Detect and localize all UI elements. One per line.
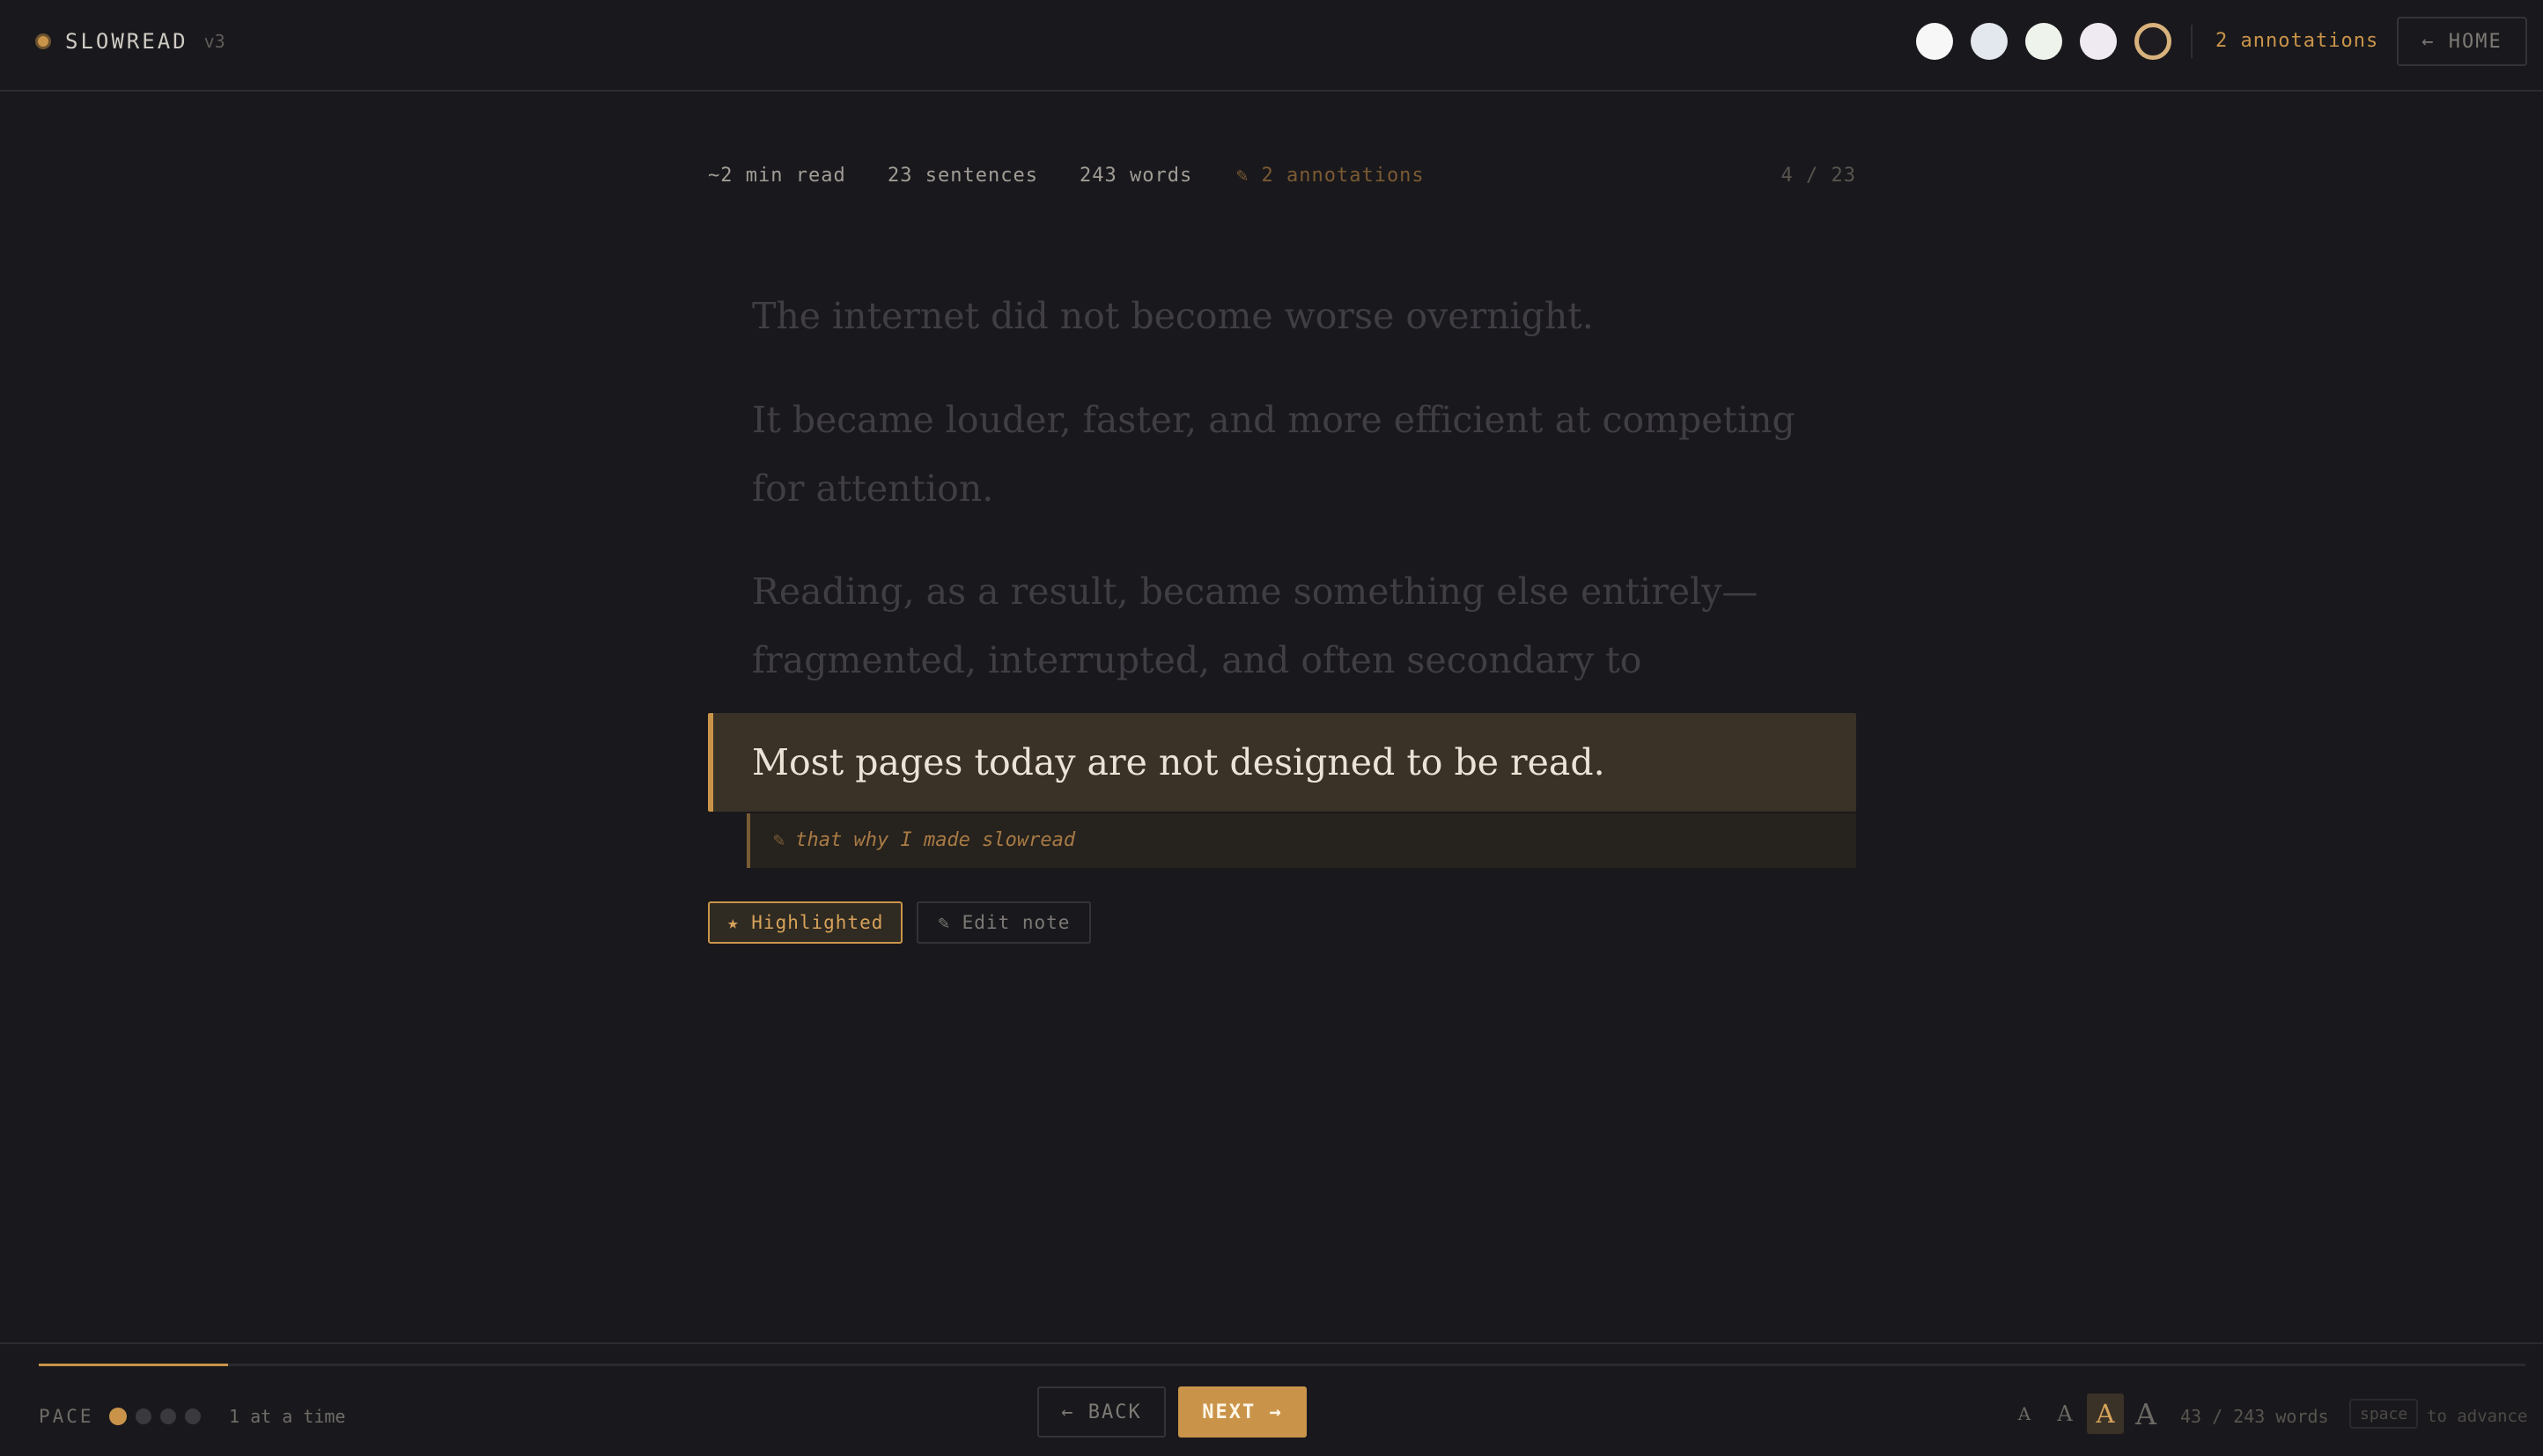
pace-dot-4[interactable] [185,1408,201,1424]
font-size-s-button[interactable]: A [2046,1393,2083,1434]
edit-note-button[interactable]: ✎ Edit note [917,901,1092,944]
theme-swatches [1916,23,2171,60]
pace-dot-1[interactable] [109,1408,127,1425]
font-size-selector: A A A A [2006,1393,2164,1434]
pace-label: PACE [39,1406,94,1427]
sentence-actions: ★ Highlighted ✎ Edit note [708,901,1092,944]
next-button[interactable]: NEXT → [1178,1386,1307,1438]
previous-sentence[interactable]: It became louder, faster, and more effic… [708,386,1856,523]
theme-swatch-dark[interactable] [2134,23,2171,60]
highlighted-toggle-button[interactable]: ★ Highlighted [708,901,903,944]
key-hint: to advance [2427,1407,2528,1426]
previous-sentence[interactable]: The internet did not become worse overni… [708,282,1611,350]
pace-selector [109,1408,201,1425]
font-size-xs-button[interactable]: A [2006,1393,2043,1434]
progress-bar [39,1364,2525,1366]
annotation-count-stat[interactable]: ✎ 2 annotations [1236,162,1425,190]
space-key-badge: space [2349,1399,2419,1429]
theme-swatch-lavender-white[interactable] [2080,23,2117,60]
read-time: ~2 min read [708,165,846,187]
theme-swatch-mint-white[interactable] [2025,23,2062,60]
font-size-l-button[interactable]: A [2127,1393,2164,1434]
word-count-stat: 243 words [1080,165,1193,187]
bottom-bar: PACE 1 at a time ← BACK NEXT → A A A A 4… [0,1342,2543,1456]
annotations-count-link[interactable]: 2 annotations [2215,26,2378,56]
sentence-position: 4 / 23 [1780,165,1856,187]
back-button[interactable]: ← BACK [1037,1386,1166,1438]
brand[interactable]: SLOWREAD v3 [35,26,225,56]
pace-dot-2[interactable] [136,1408,151,1424]
app-name: SLOWREAD [65,29,188,54]
home-button[interactable]: ← HOME [2397,17,2527,66]
pencil-icon: ✎ [773,829,785,851]
pace-dot-3[interactable] [160,1408,176,1424]
note-text: that why I made slowread [795,829,1076,851]
pace-value: 1 at a time [229,1406,346,1427]
header-divider [2191,25,2193,58]
app-version: v3 [203,31,225,52]
brand-logo-dot-icon [35,33,51,49]
font-size-m-button[interactable]: A [2087,1393,2124,1434]
theme-swatch-cool-white[interactable] [1971,23,2008,60]
top-bar: SLOWREAD v3 2 annotations ← HOME [0,0,2543,92]
word-progress: 43 / 243 words [2180,1406,2329,1427]
current-sentence[interactable]: Most pages today are not designed to be … [708,713,1856,812]
theme-swatch-white[interactable] [1916,23,1953,60]
sentence-count: 23 sentences [888,165,1038,187]
reading-stats: ~2 min read 23 sentences 243 words ✎ 2 a… [708,162,1856,190]
progress-fill [39,1364,229,1366]
sentence-note[interactable]: ✎ that why I made slowread [747,813,1856,868]
